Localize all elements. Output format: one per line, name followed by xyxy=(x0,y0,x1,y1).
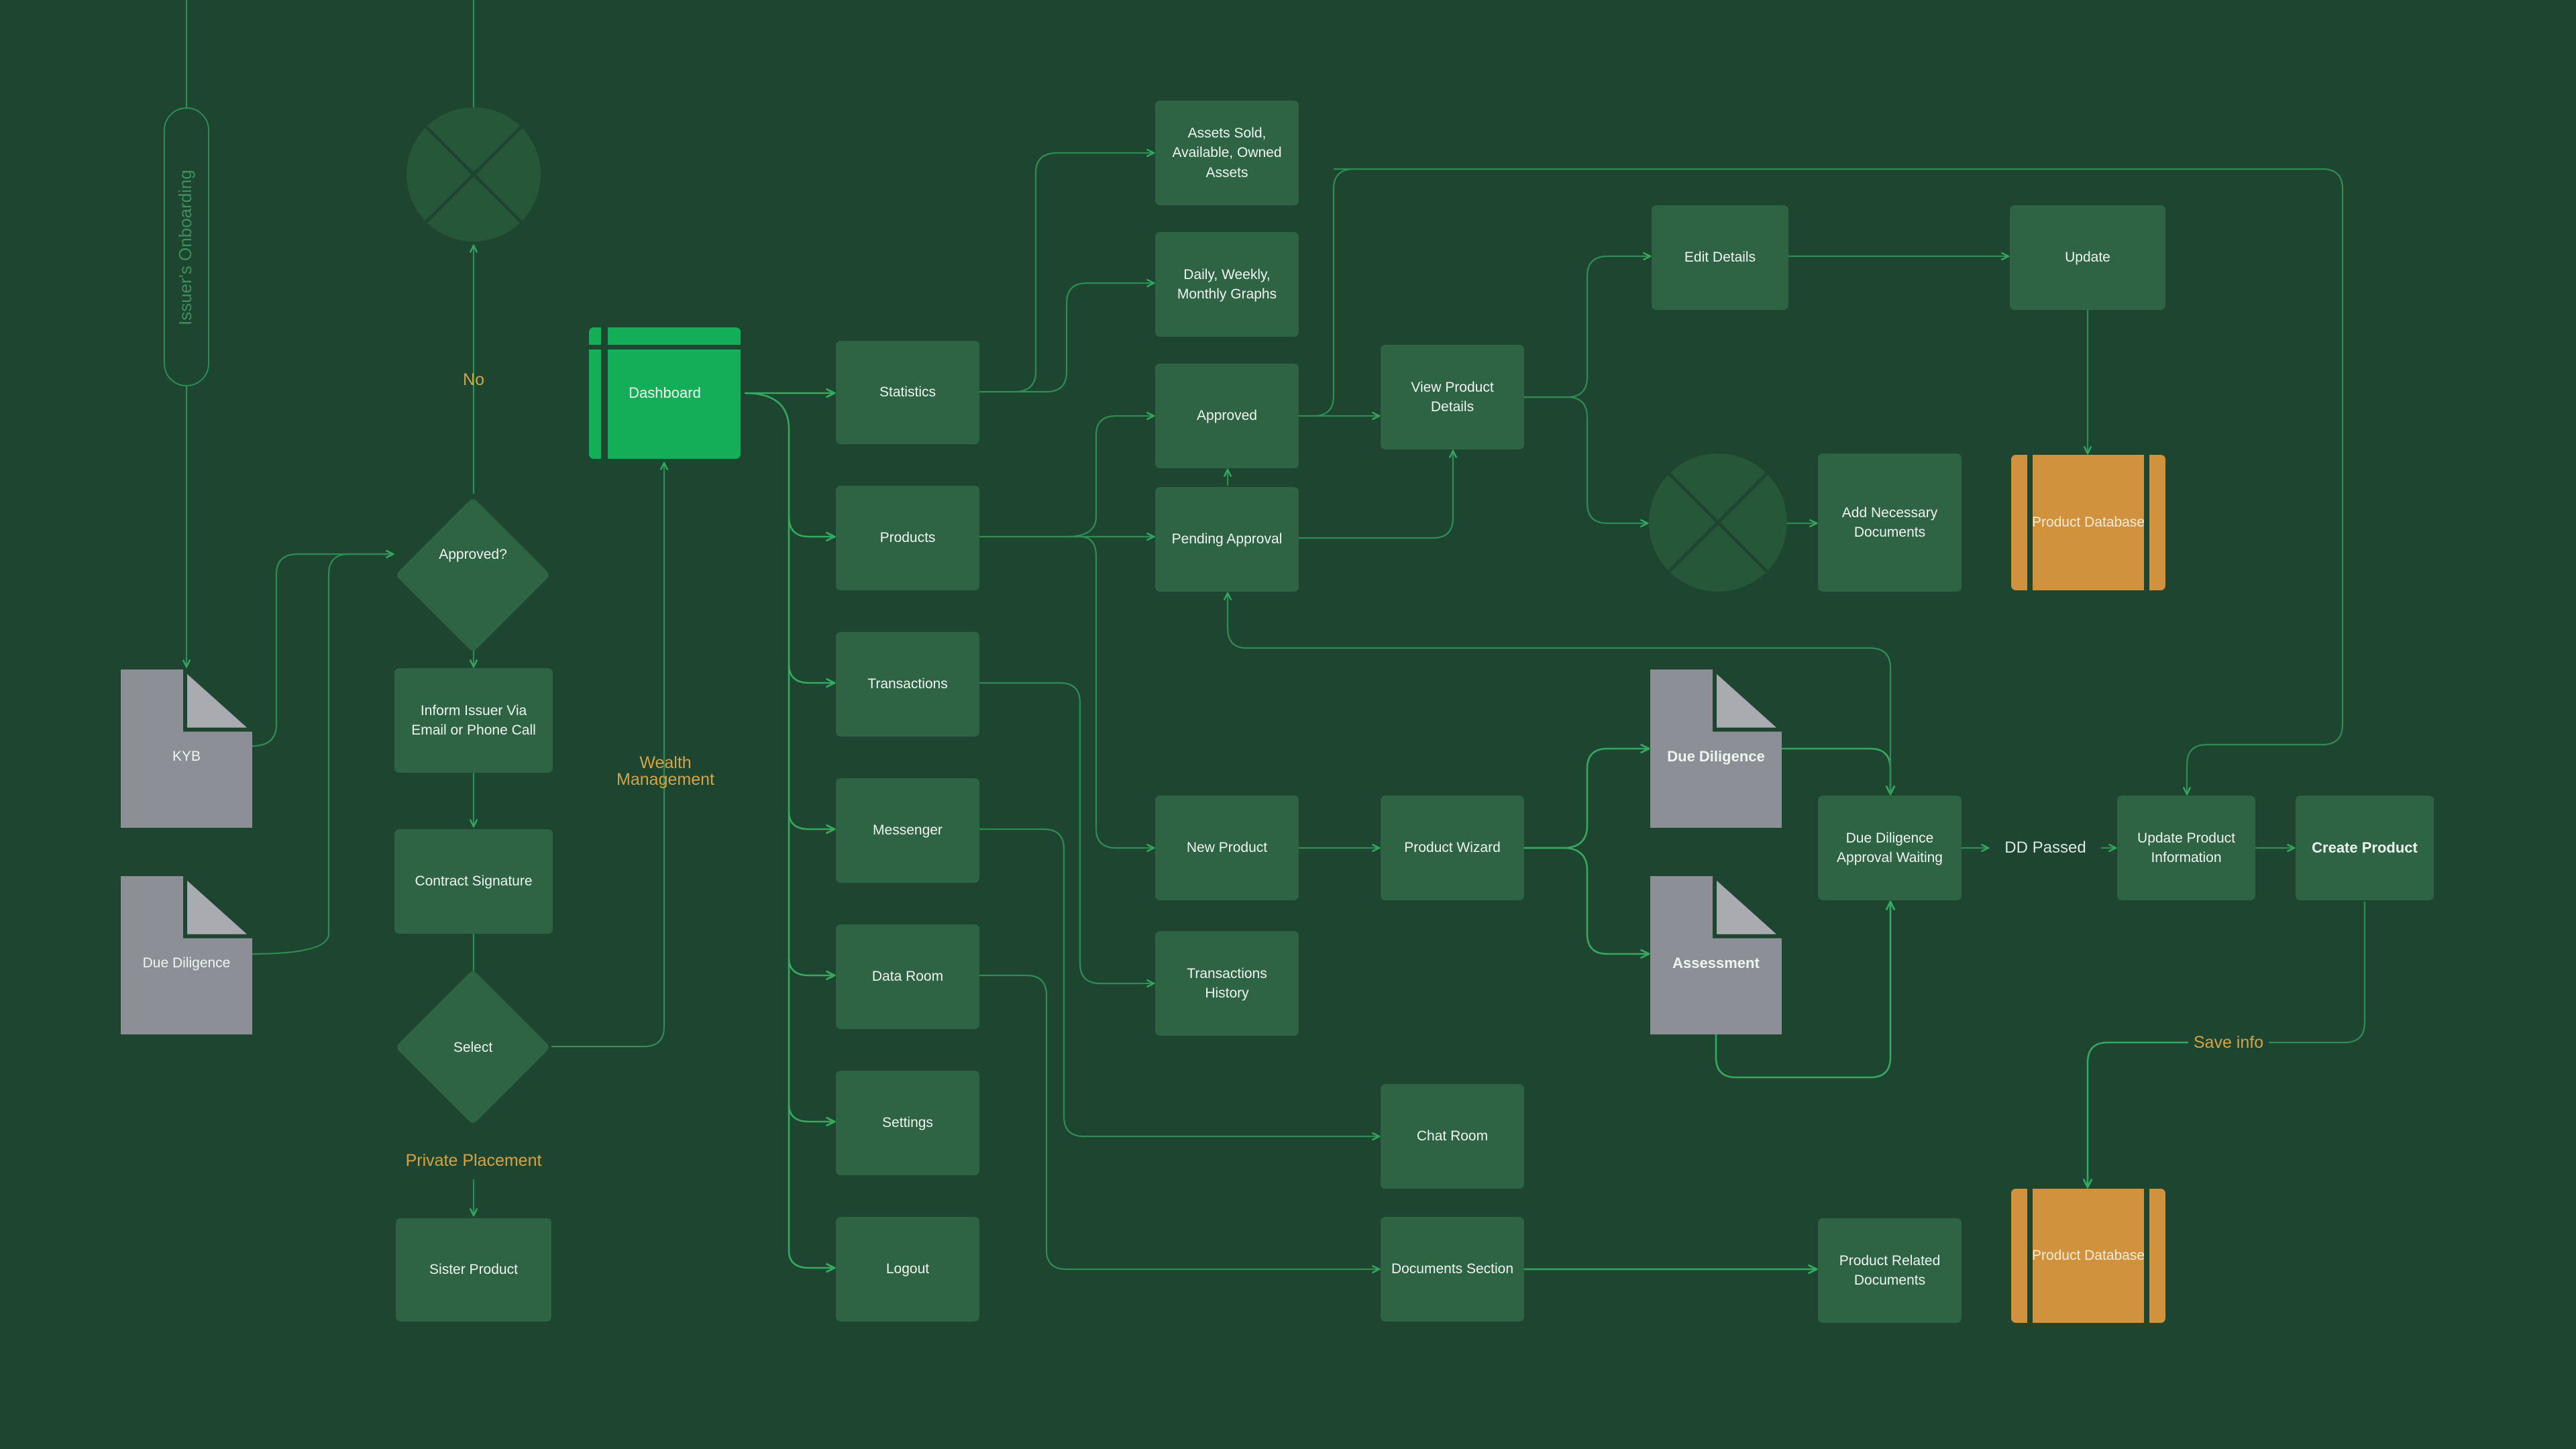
connector-16 xyxy=(788,812,835,975)
x-cross-icon xyxy=(425,125,523,223)
connector-47 xyxy=(2088,1041,2188,1187)
product-wizard[interactable]: Product Wizard xyxy=(1381,796,1524,900)
connector-14 xyxy=(788,517,835,683)
connector-31 xyxy=(1524,396,1648,523)
dashboard-screen[interactable]: Dashboard xyxy=(589,327,741,459)
connector-24 xyxy=(979,682,1154,983)
connector-40 xyxy=(1228,593,1892,794)
pending-approval[interactable]: Pending Approval xyxy=(1155,487,1299,592)
settings-menu-item[interactable]: Settings xyxy=(836,1071,979,1175)
no-label: No xyxy=(463,370,484,389)
product-database-top-database-icon: Product Database xyxy=(2011,455,2165,590)
documents-section[interactable]: Documents Section xyxy=(1381,1217,1524,1322)
connector-layer xyxy=(0,0,2366,1449)
update-product-information[interactable]: Update Product Information xyxy=(2117,796,2255,900)
product-database-bottom-database-icon: Product Database xyxy=(2011,1189,2165,1323)
connector-20 xyxy=(979,283,1154,393)
connector-23 xyxy=(1079,535,1154,848)
onboarding-label: Issuer's Onboarding xyxy=(175,170,195,325)
select-decision-label: Select xyxy=(453,1040,493,1055)
save-info-label: Save info xyxy=(2188,1030,2269,1055)
connector-15 xyxy=(788,664,835,829)
wealth-management-label: Wealth Management xyxy=(616,753,714,789)
reject-x-circle-icon xyxy=(407,107,541,241)
messenger-menu-item[interactable]: Messenger xyxy=(836,778,979,883)
connector-29 xyxy=(1299,451,1453,539)
approved-decision-label: Approved? xyxy=(439,547,507,562)
connector-36 xyxy=(1524,749,1649,849)
add-necessary-documents[interactable]: Add Necessary Documents xyxy=(1818,453,1962,592)
sister-product-step[interactable]: Sister Product xyxy=(396,1218,551,1322)
private-placement-label: Private Placement xyxy=(405,1150,542,1170)
connector-17 xyxy=(788,958,835,1122)
connector-46 xyxy=(2269,902,2366,1044)
graphs-summary[interactable]: Daily, Weekly, Monthly Graphs xyxy=(1155,232,1299,337)
new-product[interactable]: New Product xyxy=(1155,796,1299,900)
connector-30 xyxy=(1524,256,1650,398)
assets-summary[interactable]: Assets Sold, Available, Owned Assets xyxy=(1155,101,1299,205)
connector-45 xyxy=(1299,168,1354,417)
connector-9 xyxy=(252,554,393,747)
statistics-menu-item[interactable]: Statistics xyxy=(836,341,979,444)
approved-products[interactable]: Approved xyxy=(1155,364,1299,468)
connector-10 xyxy=(252,554,393,955)
edit-details[interactable]: Edit Details xyxy=(1652,205,1788,310)
connector-13 xyxy=(744,392,835,537)
reject-x-circle-icon-2 xyxy=(1649,453,1787,592)
logout-menu-item[interactable]: Logout xyxy=(836,1217,979,1322)
chat-room[interactable]: Chat Room xyxy=(1381,1084,1524,1189)
contract-signature-step[interactable]: Contract Signature xyxy=(394,829,553,934)
x-cross-icon-2 xyxy=(1668,472,1768,573)
update-step[interactable]: Update xyxy=(2010,205,2165,310)
product-related-documents[interactable]: Product Related Documents xyxy=(1818,1218,1962,1323)
connector-18 xyxy=(788,1104,835,1268)
dd-approval-waiting[interactable]: Due Diligence Approval Waiting xyxy=(1818,796,1962,900)
products-menu-item[interactable]: Products xyxy=(836,486,979,590)
flow-diagram: Issuer's Onboarding KYB Due Diligence No… xyxy=(0,0,2576,1449)
connector-37 xyxy=(1524,847,1649,954)
create-product[interactable]: Create Product xyxy=(2296,796,2434,900)
dd-passed-label: DD Passed xyxy=(1990,836,2101,860)
transactions-menu-item[interactable]: Transactions xyxy=(836,632,979,737)
view-product-details[interactable]: View Product Details xyxy=(1381,345,1524,449)
transactions-history[interactable]: Transactions History xyxy=(1155,931,1299,1036)
data-room-menu-item[interactable]: Data Room xyxy=(836,924,979,1029)
connector-22 xyxy=(1066,416,1154,538)
inform-issuer-step[interactable]: Inform Issuer Via Email or Phone Call xyxy=(394,668,553,773)
connector-38 xyxy=(1782,747,1890,794)
